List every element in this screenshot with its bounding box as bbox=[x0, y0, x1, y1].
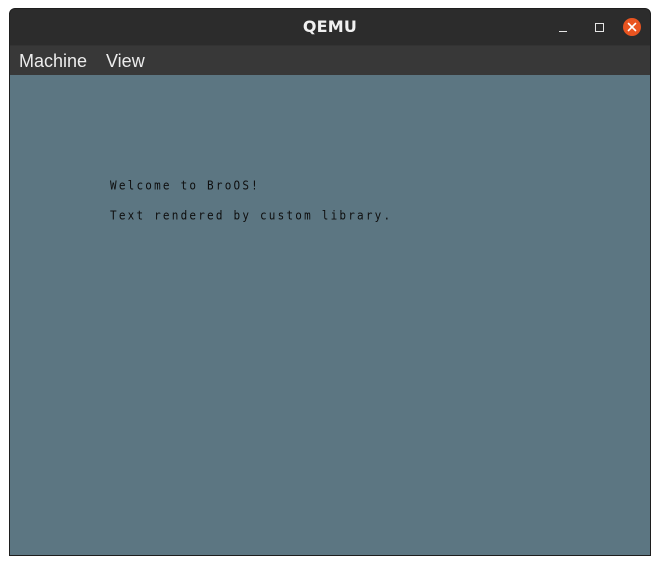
maximize-icon bbox=[594, 22, 604, 32]
vm-display[interactable]: Welcome to BroOS! Text rendered by custo… bbox=[10, 75, 650, 555]
maximize-button[interactable] bbox=[589, 17, 609, 37]
minimize-icon bbox=[559, 30, 567, 32]
title-bar[interactable]: QEMU bbox=[10, 9, 650, 45]
minimize-button[interactable] bbox=[553, 17, 573, 37]
vm-welcome-text: Welcome to BroOS! bbox=[110, 178, 260, 193]
menu-bar: Machine View bbox=[10, 45, 650, 75]
menu-machine[interactable]: Machine bbox=[19, 46, 87, 76]
vm-info-text: Text rendered by custom library. bbox=[110, 208, 393, 223]
menu-view[interactable]: View bbox=[106, 46, 145, 76]
close-x-glyph bbox=[627, 22, 637, 32]
close-icon bbox=[623, 18, 641, 36]
close-button[interactable] bbox=[622, 17, 642, 37]
qemu-window: QEMU Machine View Welcome to BroOS! Text… bbox=[9, 8, 651, 556]
